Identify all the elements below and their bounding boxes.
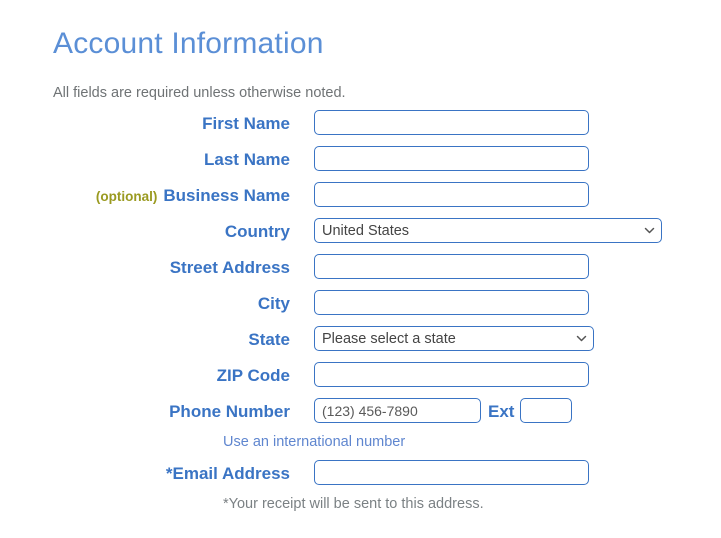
label-country: Country (224, 222, 290, 241)
form-row-street-address: Street Address (0, 252, 721, 284)
label-city: City (257, 294, 290, 313)
international-number-link[interactable]: Use an international number (223, 434, 405, 450)
input-business-name[interactable] (314, 182, 589, 207)
label-street-address: Street Address (169, 258, 290, 277)
form-row-phone-number: Phone Number Ext (0, 396, 721, 428)
form-row-email-address: *Email Address (0, 458, 721, 490)
input-city[interactable] (314, 290, 589, 315)
input-first-name[interactable] (314, 110, 589, 135)
input-email-address[interactable] (314, 460, 589, 485)
form-row-last-name: Last Name (0, 144, 721, 176)
select-country[interactable]: United States (314, 218, 662, 243)
page-title: Account Information (53, 27, 324, 60)
input-extension[interactable] (520, 398, 572, 423)
label-wrap-business-name: (optional) Business Name (96, 180, 290, 212)
label-wrap-state: State (248, 324, 290, 356)
account-information-form: First Name Last Name (optional) Business… (0, 108, 721, 520)
form-row-business-name: (optional) Business Name (0, 180, 721, 212)
label-wrap-city: City (258, 288, 290, 320)
note-row-international: Use an international number (0, 432, 721, 458)
label-zip-code: ZIP Code (216, 366, 290, 385)
account-information-page: Account Information All fields are requi… (0, 0, 721, 538)
label-wrap-email-address: *Email Address (166, 458, 290, 490)
label-wrap-phone-number: Phone Number (169, 396, 290, 428)
form-subtitle: All fields are required unless otherwise… (53, 85, 346, 101)
label-extension: Ext (488, 402, 515, 421)
label-wrap-country: Country (225, 216, 290, 248)
input-street-address[interactable] (314, 254, 589, 279)
label-last-name: Last Name (204, 150, 290, 169)
input-phone-number[interactable] (314, 398, 481, 423)
label-business-name: Business Name (163, 186, 290, 205)
label-wrap-first-name: First Name (202, 108, 290, 140)
form-row-first-name: First Name (0, 108, 721, 140)
email-receipt-note: *Your receipt will be sent to this addre… (223, 496, 484, 512)
select-state[interactable]: Please select a state (314, 326, 594, 351)
input-zip-code[interactable] (314, 362, 589, 387)
note-row-email: *Your receipt will be sent to this addre… (0, 494, 721, 520)
label-phone-number: Phone Number (169, 402, 290, 421)
label-first-name: First Name (202, 114, 290, 133)
label-state: State (248, 330, 290, 349)
form-row-state: State Please select a state (0, 324, 721, 356)
label-wrap-zip-code: ZIP Code (217, 360, 290, 392)
label-email-address: *Email Address (165, 464, 290, 483)
optional-tag-business-name: (optional) (95, 188, 158, 204)
input-last-name[interactable] (314, 146, 589, 171)
form-row-city: City (0, 288, 721, 320)
label-wrap-last-name: Last Name (204, 144, 290, 176)
form-row-country: Country United States (0, 216, 721, 248)
label-wrap-street-address: Street Address (170, 252, 290, 284)
form-row-zip-code: ZIP Code (0, 360, 721, 392)
